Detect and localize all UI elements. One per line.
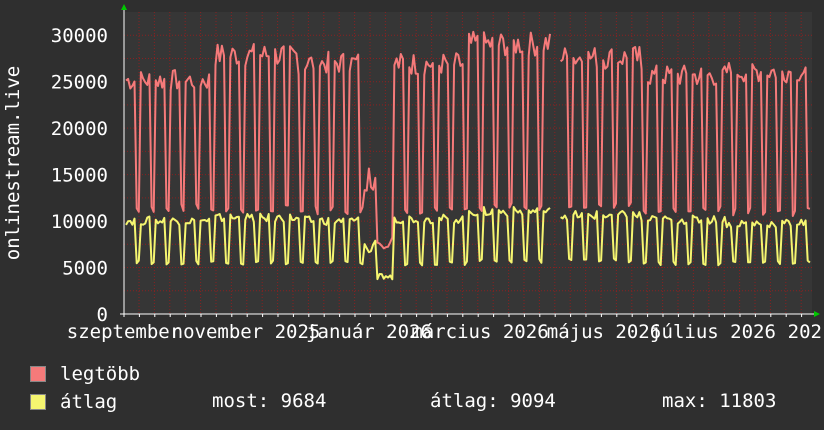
x-tick-label: 202 (788, 321, 822, 343)
x-tick-labels: szeptembernovember 2025január 2026márciu… (67, 321, 822, 343)
y-tick-labels: 050001000015000200002500030000 (51, 25, 108, 326)
stat-now: most: 9684 (212, 390, 327, 412)
y-tick-label: 10000 (51, 211, 108, 233)
stat-avg: átlag: 9094 (430, 390, 556, 412)
legend-label-legtobb: legtöbb (60, 363, 141, 385)
y-tick-label: 25000 (51, 72, 108, 94)
y-axis-label: onlinestream.live (2, 66, 24, 260)
x-tick-label: szeptember (67, 321, 181, 343)
stat-max: max: 11803 (662, 390, 777, 412)
y-tick-label: 30000 (51, 25, 108, 47)
legend-item-legtobb: legtöbb (30, 362, 140, 386)
legend-item-atlag: átlag (30, 390, 117, 414)
legend-label-atlag: átlag (60, 391, 118, 413)
y-tick-label: 5000 (62, 258, 108, 280)
legend-swatch-atlag (30, 394, 46, 410)
x-tick-label: március 2026 (411, 321, 548, 343)
x-tick-label: május 2026 (547, 321, 661, 343)
x-tick-label: november 2025 (172, 321, 321, 343)
y-axis-arrow (121, 4, 127, 10)
x-tick-label: július 2026 (650, 321, 776, 343)
y-tick-label: 20000 (51, 118, 108, 140)
x-axis-arrow (814, 311, 820, 317)
legend-swatch-legtobb (30, 366, 46, 382)
y-tick-label: 15000 (51, 165, 108, 187)
